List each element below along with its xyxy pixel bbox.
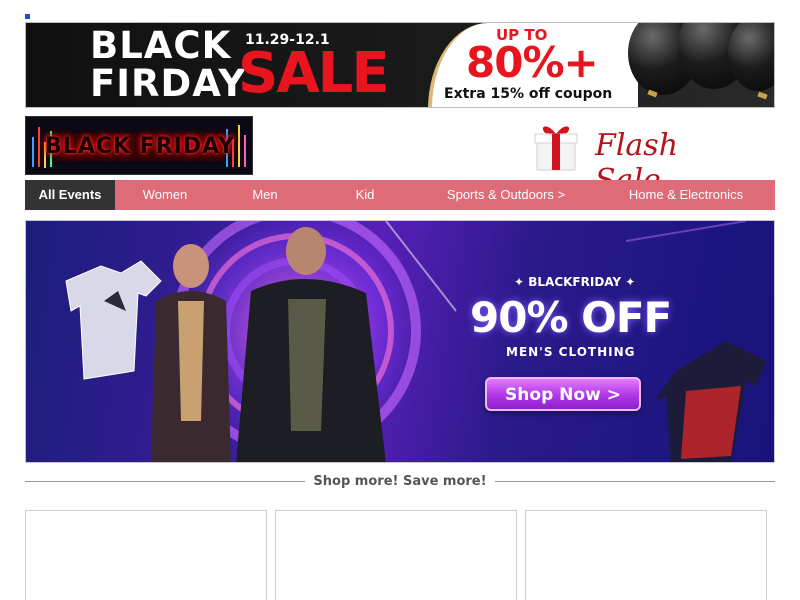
black-friday-text: BLACK FIRDAY	[90, 24, 247, 105]
black-friday-title: BLACK FIRDAY	[90, 27, 250, 103]
logo-text: BLACK FRIDAY	[45, 134, 235, 159]
product-card[interactable]	[275, 510, 517, 600]
nav-item-home-electronics[interactable]: Home & Electronics	[597, 180, 775, 210]
sale-title: SALE	[238, 41, 390, 106]
confetti-icon	[757, 91, 768, 100]
mens-clothing-hero-banner[interactable]: ✦ BLACKFRIDAY ✦ 90% OFF MEN'S CLOTHING S…	[25, 220, 775, 463]
hero-headline: 90% OFF	[470, 293, 672, 342]
nav-item-kid[interactable]: Kid	[315, 180, 415, 210]
sparkle-icon: ✦	[514, 275, 529, 289]
nav-item-women[interactable]: Women	[115, 180, 215, 210]
category-nav: All Events Women Men Kid Sports & Outdoo…	[25, 180, 775, 210]
section-divider-title: Shop more! Save more!	[313, 474, 487, 489]
tshirt-right-icon	[654, 341, 766, 462]
nav-item-men[interactable]: Men	[215, 180, 315, 210]
sparkle-icon: ✦	[621, 275, 636, 289]
discount-panel: UP TO 80%+ Extra 15% off coupon	[428, 23, 774, 107]
nav-item-sports-outdoors[interactable]: Sports & Outdoors >	[415, 180, 597, 210]
coupon-text: Extra 15% off coupon	[444, 86, 613, 102]
top-promo-banner[interactable]: BLACK FIRDAY 11.29-12.1 SALE UP TO 80%+ …	[25, 22, 775, 108]
black-friday-logo[interactable]: BLACK FRIDAY	[25, 116, 253, 175]
page: BLACK FIRDAY 11.29-12.1 SALE UP TO 80%+ …	[0, 0, 800, 600]
shop-now-button[interactable]: Shop Now >	[485, 377, 641, 411]
product-card[interactable]	[25, 510, 267, 600]
hero-eyebrow: ✦ BLACKFRIDAY ✦	[514, 275, 635, 289]
product-card[interactable]	[525, 510, 767, 600]
flash-sale-link[interactable]: Flash Sale	[533, 118, 753, 198]
discount-percent: 80%+	[466, 38, 599, 87]
hero-artwork	[65, 221, 766, 462]
corner-marker	[25, 14, 30, 19]
hero-eyebrow-text: BLACKFRIDAY	[528, 275, 622, 289]
gift-box-icon	[534, 126, 578, 171]
hero-subline: MEN'S CLOTHING	[506, 345, 636, 359]
nav-item-all-events[interactable]: All Events	[25, 180, 115, 210]
